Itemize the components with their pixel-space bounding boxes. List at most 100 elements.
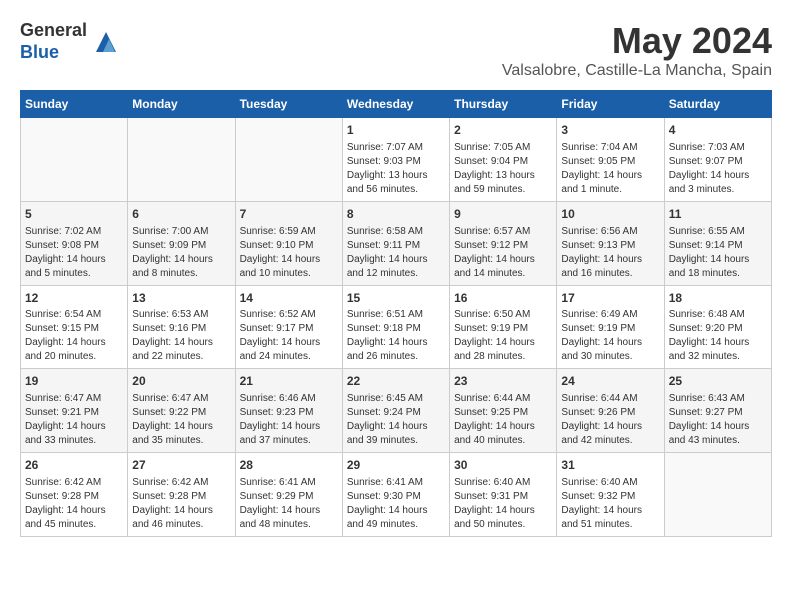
calendar-cell: 18Sunrise: 6:48 AMSunset: 9:20 PMDayligh… bbox=[664, 285, 771, 369]
day-number: 14 bbox=[240, 290, 338, 307]
day-number: 17 bbox=[561, 290, 659, 307]
day-number: 24 bbox=[561, 373, 659, 390]
day-number: 12 bbox=[25, 290, 123, 307]
calendar-header-saturday: Saturday bbox=[664, 91, 771, 118]
calendar-cell: 1Sunrise: 7:07 AMSunset: 9:03 PMDaylight… bbox=[342, 118, 449, 202]
calendar-week-row: 26 Sunrise: 6:42 AMSunset: 9:28 PMDayligh… bbox=[21, 453, 772, 537]
day-number: 3 bbox=[561, 122, 659, 139]
calendar-cell: 8 Sunrise: 6:58 AMSunset: 9:11 PMDaylight… bbox=[342, 201, 449, 285]
calendar-cell: 25Sunrise: 6:43 AMSunset: 9:27 PMDayligh… bbox=[664, 369, 771, 453]
day-info: Sunrise: 6:42 AMSunset: 9:28 PMDaylight:… bbox=[25, 476, 123, 532]
calendar-header-thursday: Thursday bbox=[450, 91, 557, 118]
day-number: 26 bbox=[25, 457, 123, 474]
day-number: 27 bbox=[132, 457, 230, 474]
day-number: 5 bbox=[25, 206, 123, 223]
calendar-header-tuesday: Tuesday bbox=[235, 91, 342, 118]
day-number: 29 bbox=[347, 457, 445, 474]
calendar-cell: 30Sunrise: 6:40 AMSunset: 9:31 PMDayligh… bbox=[450, 453, 557, 537]
day-number: 20 bbox=[132, 373, 230, 390]
header: General Blue May 2024 Valsalobre, Castil… bbox=[20, 20, 772, 80]
calendar-header-friday: Friday bbox=[557, 91, 664, 118]
calendar-header-wednesday: Wednesday bbox=[342, 91, 449, 118]
calendar-cell: 14Sunrise: 6:52 AMSunset: 9:17 PMDayligh… bbox=[235, 285, 342, 369]
day-info: Sunrise: 6:48 AMSunset: 9:20 PMDaylight:… bbox=[669, 308, 767, 364]
calendar-cell bbox=[21, 118, 128, 202]
calendar-cell: 9 Sunrise: 6:57 AMSunset: 9:12 PMDaylight… bbox=[450, 201, 557, 285]
day-info: Sunrise: 6:45 AMSunset: 9:24 PMDaylight:… bbox=[347, 392, 445, 448]
calendar-cell: 24 Sunrise: 6:44 AMSunset: 9:26 PMDayligh… bbox=[557, 369, 664, 453]
day-info: Sunrise: 6:57 AMSunset: 9:12 PMDaylight:… bbox=[454, 225, 552, 281]
day-info: Sunrise: 6:44 AMSunset: 9:26 PMDaylight:… bbox=[561, 392, 659, 448]
calendar-cell: 27 Sunrise: 6:42 AMSunset: 9:28 PMDayligh… bbox=[128, 453, 235, 537]
day-number: 13 bbox=[132, 290, 230, 307]
title-area: May 2024 Valsalobre, Castille-La Mancha,… bbox=[502, 20, 772, 80]
calendar-cell: 16Sunrise: 6:50 AMSunset: 9:19 PMDayligh… bbox=[450, 285, 557, 369]
calendar-week-row: 5Sunrise: 7:02 AMSunset: 9:08 PMDaylight… bbox=[21, 201, 772, 285]
calendar-cell: 5Sunrise: 7:02 AMSunset: 9:08 PMDaylight… bbox=[21, 201, 128, 285]
day-info: Sunrise: 6:42 AMSunset: 9:28 PMDaylight:… bbox=[132, 476, 230, 532]
day-number: 31 bbox=[561, 457, 659, 474]
calendar-cell: 23 Sunrise: 6:44 AMSunset: 9:25 PMDayligh… bbox=[450, 369, 557, 453]
calendar-cell: 10Sunrise: 6:56 AMSunset: 9:13 PMDayligh… bbox=[557, 201, 664, 285]
day-info: Sunrise: 6:50 AMSunset: 9:19 PMDaylight:… bbox=[454, 308, 552, 364]
logo-general-text: General bbox=[20, 20, 87, 42]
day-info: Sunrise: 6:53 AMSunset: 9:16 PMDaylight:… bbox=[132, 308, 230, 364]
day-number: 16 bbox=[454, 290, 552, 307]
day-info: Sunrise: 7:07 AMSunset: 9:03 PMDaylight:… bbox=[347, 141, 445, 197]
calendar-cell bbox=[128, 118, 235, 202]
day-info: Sunrise: 6:40 AMSunset: 9:32 PMDaylight:… bbox=[561, 476, 659, 532]
calendar-cell: 29 Sunrise: 6:41 AMSunset: 9:30 PMDayligh… bbox=[342, 453, 449, 537]
calendar-week-row: 1Sunrise: 7:07 AMSunset: 9:03 PMDaylight… bbox=[21, 118, 772, 202]
day-number: 9 bbox=[454, 206, 552, 223]
day-info: Sunrise: 6:59 AMSunset: 9:10 PMDaylight:… bbox=[240, 225, 338, 281]
day-info: Sunrise: 6:40 AMSunset: 9:31 PMDaylight:… bbox=[454, 476, 552, 532]
day-number: 4 bbox=[669, 122, 767, 139]
day-info: Sunrise: 7:03 AMSunset: 9:07 PMDaylight:… bbox=[669, 141, 767, 197]
day-number: 22 bbox=[347, 373, 445, 390]
logo: General Blue bbox=[20, 20, 121, 63]
day-info: Sunrise: 6:47 AMSunset: 9:21 PMDaylight:… bbox=[25, 392, 123, 448]
logo-blue-text: Blue bbox=[20, 42, 87, 64]
day-info: Sunrise: 6:41 AMSunset: 9:30 PMDaylight:… bbox=[347, 476, 445, 532]
calendar-cell: 31 Sunrise: 6:40 AMSunset: 9:32 PMDayligh… bbox=[557, 453, 664, 537]
day-number: 7 bbox=[240, 206, 338, 223]
calendar-cell: 4 Sunrise: 7:03 AMSunset: 9:07 PMDaylight… bbox=[664, 118, 771, 202]
day-number: 23 bbox=[454, 373, 552, 390]
day-info: Sunrise: 6:47 AMSunset: 9:22 PMDaylight:… bbox=[132, 392, 230, 448]
calendar-cell: 11 Sunrise: 6:55 AMSunset: 9:14 PMDayligh… bbox=[664, 201, 771, 285]
day-info: Sunrise: 6:54 AMSunset: 9:15 PMDaylight:… bbox=[25, 308, 123, 364]
day-info: Sunrise: 7:04 AMSunset: 9:05 PMDaylight:… bbox=[561, 141, 659, 197]
location-title: Valsalobre, Castille-La Mancha, Spain bbox=[502, 62, 772, 80]
calendar-header-monday: Monday bbox=[128, 91, 235, 118]
day-number: 25 bbox=[669, 373, 767, 390]
day-info: Sunrise: 6:55 AMSunset: 9:14 PMDaylight:… bbox=[669, 225, 767, 281]
calendar-cell: 12Sunrise: 6:54 AMSunset: 9:15 PMDayligh… bbox=[21, 285, 128, 369]
day-info: Sunrise: 6:46 AMSunset: 9:23 PMDaylight:… bbox=[240, 392, 338, 448]
calendar-header-row: SundayMondayTuesdayWednesdayThursdayFrid… bbox=[21, 91, 772, 118]
day-number: 21 bbox=[240, 373, 338, 390]
logo-icon bbox=[91, 27, 121, 57]
calendar-cell: 15Sunrise: 6:51 AMSunset: 9:18 PMDayligh… bbox=[342, 285, 449, 369]
day-number: 11 bbox=[669, 206, 767, 223]
calendar-cell: 13Sunrise: 6:53 AMSunset: 9:16 PMDayligh… bbox=[128, 285, 235, 369]
calendar-cell: 20 Sunrise: 6:47 AMSunset: 9:22 PMDayligh… bbox=[128, 369, 235, 453]
calendar-cell: 2Sunrise: 7:05 AMSunset: 9:04 PMDaylight… bbox=[450, 118, 557, 202]
calendar-table: SundayMondayTuesdayWednesdayThursdayFrid… bbox=[20, 90, 772, 537]
calendar-cell bbox=[664, 453, 771, 537]
day-info: Sunrise: 6:44 AMSunset: 9:25 PMDaylight:… bbox=[454, 392, 552, 448]
calendar-cell: 6Sunrise: 7:00 AMSunset: 9:09 PMDaylight… bbox=[128, 201, 235, 285]
day-number: 10 bbox=[561, 206, 659, 223]
calendar-cell: 3 Sunrise: 7:04 AMSunset: 9:05 PMDaylight… bbox=[557, 118, 664, 202]
calendar-cell: 22 Sunrise: 6:45 AMSunset: 9:24 PMDayligh… bbox=[342, 369, 449, 453]
day-number: 8 bbox=[347, 206, 445, 223]
calendar-cell bbox=[235, 118, 342, 202]
day-number: 28 bbox=[240, 457, 338, 474]
day-info: Sunrise: 6:49 AMSunset: 9:19 PMDaylight:… bbox=[561, 308, 659, 364]
calendar-week-row: 19 Sunrise: 6:47 AMSunset: 9:21 PMDayligh… bbox=[21, 369, 772, 453]
day-info: Sunrise: 6:51 AMSunset: 9:18 PMDaylight:… bbox=[347, 308, 445, 364]
day-info: Sunrise: 6:41 AMSunset: 9:29 PMDaylight:… bbox=[240, 476, 338, 532]
day-number: 19 bbox=[25, 373, 123, 390]
day-info: Sunrise: 6:58 AMSunset: 9:11 PMDaylight:… bbox=[347, 225, 445, 281]
calendar-cell: 17Sunrise: 6:49 AMSunset: 9:19 PMDayligh… bbox=[557, 285, 664, 369]
calendar-header-sunday: Sunday bbox=[21, 91, 128, 118]
